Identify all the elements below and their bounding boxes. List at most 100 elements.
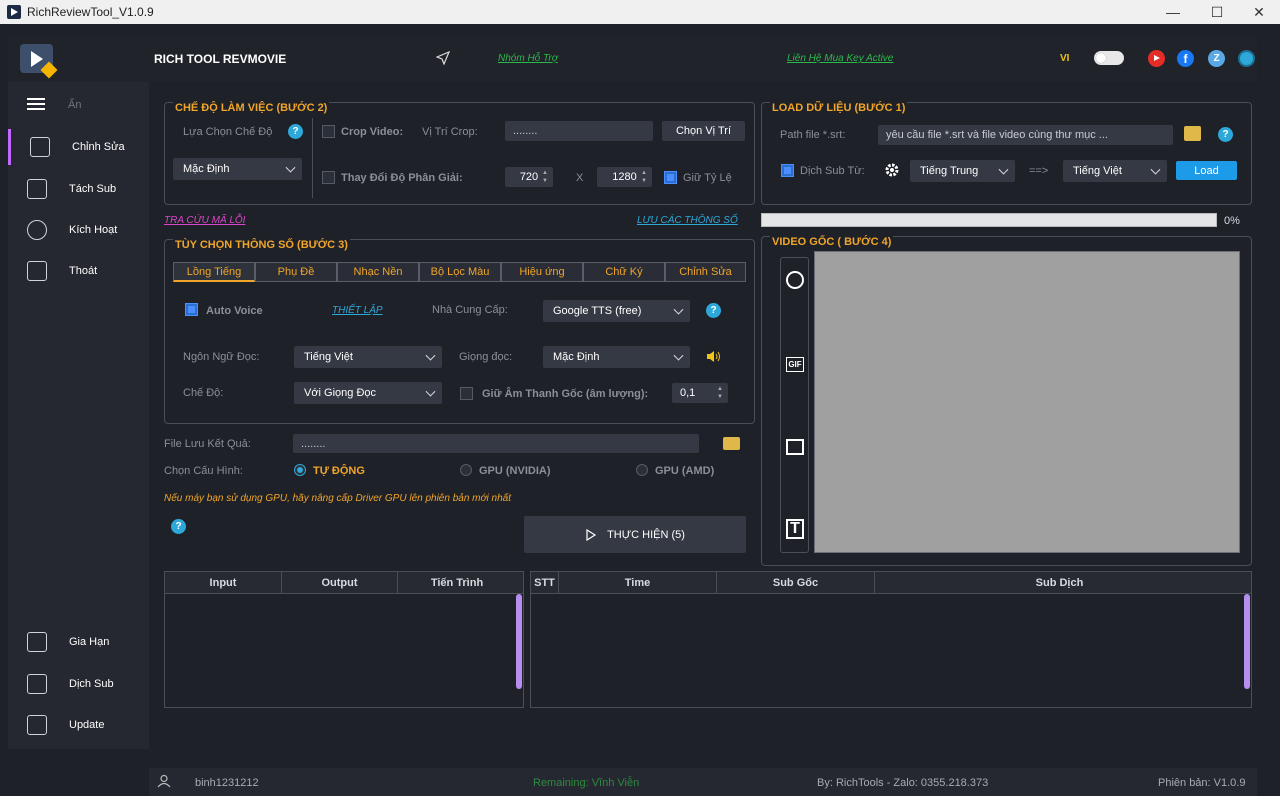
scrollbar[interactable] <box>516 594 522 689</box>
config-label: Chọn Cấu Hình: <box>164 465 243 477</box>
column-header[interactable]: Time <box>559 572 717 594</box>
load-button[interactable]: Load <box>1176 161 1237 180</box>
user-icon <box>157 774 171 788</box>
zalo-icon[interactable]: Z <box>1208 50 1225 67</box>
buy-key-link[interactable]: Liên Hệ Mua Key Active <box>787 53 893 64</box>
tab-effects[interactable]: Hiệu ứng <box>501 262 583 282</box>
video-preview[interactable] <box>814 251 1240 553</box>
save-params-link[interactable]: LƯU CÁC THÔNG SỐ <box>637 215 738 226</box>
video-toolbar: GIF T <box>780 257 809 553</box>
facebook-icon[interactable]: f <box>1177 50 1194 67</box>
output-file-field[interactable]: ........ <box>293 434 699 453</box>
setup-link[interactable]: THIẾT LẬP <box>332 305 383 316</box>
run-button-label: THỰC HIỆN (5) <box>607 528 685 541</box>
provider-select[interactable]: Google TTS (free) <box>543 300 690 322</box>
column-header[interactable]: STT <box>531 572 559 594</box>
hamburger-menu-icon[interactable] <box>27 98 45 110</box>
gif-icon[interactable]: GIF <box>781 350 809 378</box>
radio-gpu-nvidia[interactable] <box>460 464 472 476</box>
tab-voice[interactable]: Lồng Tiếng <box>173 262 255 282</box>
height-spinner[interactable]: 1280 ▲ ▼ <box>597 167 652 187</box>
add-image-icon[interactable] <box>781 433 809 461</box>
width-spinner[interactable]: 720 ▲ ▼ <box>505 167 553 187</box>
keep-audio-checkbox[interactable] <box>460 387 473 400</box>
target-language-value: Tiếng Việt <box>1073 165 1122 177</box>
radio-auto[interactable] <box>294 464 306 476</box>
youtube-icon[interactable] <box>1148 50 1165 67</box>
scrollbar[interactable] <box>1244 594 1250 689</box>
read-language-value: Tiếng Việt <box>304 351 353 363</box>
voice-label: Giọng đọc: <box>459 351 513 363</box>
table-header: Input Output Tiến Trình <box>165 572 523 594</box>
crop-position-field[interactable]: ........ <box>505 121 653 141</box>
provider-label: Nhà Cung Cấp: <box>432 304 508 316</box>
radio-gpu-amd[interactable] <box>636 464 648 476</box>
sidebar: Ẩn Chỉnh Sửa Tách Sub Kích Hoạt Thoát Gi… <box>8 82 149 749</box>
crop-position-label: Vị Trí Crop: <box>422 126 478 138</box>
send-icon[interactable] <box>436 51 450 65</box>
run-button[interactable]: THỰC HIỆN (5) <box>524 516 746 553</box>
window-title: RichReviewTool_V1.0.9 <box>27 5 154 19</box>
source-language-select[interactable]: Tiếng Trung <box>910 160 1015 182</box>
open-folder-icon[interactable] <box>1184 126 1201 141</box>
tab-edit[interactable]: Chỉnh Sửa <box>665 262 746 282</box>
sidebar-item-edit[interactable]: Chỉnh Sửa <box>8 129 149 165</box>
subtitle-table: STT Time Sub Gốc Sub Dịch <box>530 571 1252 708</box>
help-icon[interactable]: ? <box>706 303 721 318</box>
error-lookup-link[interactable]: TRA CỨU MÃ LỖI <box>164 215 245 226</box>
crop-video-checkbox[interactable] <box>322 125 335 138</box>
auto-voice-label: Auto Voice <box>206 305 263 317</box>
progress-percent: 0% <box>1224 215 1240 227</box>
options-title: TÙY CHỌN THÔNG SỐ (BƯỚC 3) <box>173 239 350 251</box>
globe-icon[interactable] <box>1238 50 1255 67</box>
choose-mode-label: Lựa Chọn Chế Độ <box>183 126 273 138</box>
minimize-button[interactable]: — <box>1150 0 1196 24</box>
sidebar-item-renew[interactable]: Gia Hạn <box>8 624 149 660</box>
sidebar-item-exit[interactable]: Thoát <box>8 253 149 289</box>
maximize-button[interactable]: ☐ <box>1194 0 1240 24</box>
column-header[interactable]: Sub Dịch <box>875 572 1244 594</box>
column-header[interactable]: Output <box>282 572 398 594</box>
tab-music[interactable]: Nhạc Nền <box>337 262 419 282</box>
tab-color-filter[interactable]: Bộ Lọc Màu <box>419 262 501 282</box>
column-header[interactable]: Sub Gốc <box>717 572 875 594</box>
voice-mode-select[interactable]: Với Giọng Đọc <box>294 382 442 404</box>
close-button[interactable]: ✕ <box>1236 0 1280 24</box>
sidebar-item-translate-sub[interactable]: Dịch Sub <box>8 666 149 702</box>
tab-signature[interactable]: Chữ Ký <box>583 262 665 282</box>
sidebar-item-extract-sub[interactable]: Tách Sub <box>8 171 149 207</box>
table-header: STT Time Sub Gốc Sub Dịch <box>531 572 1251 594</box>
tab-subtitle[interactable]: Phụ Đề <box>255 262 337 282</box>
sidebar-item-activate[interactable]: Kích Hoạt <box>8 212 149 248</box>
screenshot-icon[interactable] <box>781 266 809 294</box>
read-language-select[interactable]: Tiếng Việt <box>294 346 442 368</box>
help-icon[interactable]: ? <box>171 519 186 534</box>
choose-position-button[interactable]: Chọn Vị Trí <box>662 121 745 141</box>
support-group-link[interactable]: Nhóm Hỗ Trợ <box>498 53 558 64</box>
auto-voice-checkbox[interactable] <box>185 303 198 316</box>
language-toggle[interactable] <box>1094 51 1124 65</box>
translate-sub-checkbox[interactable] <box>781 164 794 177</box>
volume-spinner[interactable]: 0,1 ▲ ▼ <box>672 383 728 403</box>
path-srt-input[interactable]: yêu cầu file *.srt và file video cùng th… <box>878 125 1173 145</box>
keep-ratio-checkbox[interactable] <box>664 171 677 184</box>
resize-checkbox[interactable] <box>322 171 335 184</box>
hide-sidebar-label[interactable]: Ẩn <box>68 99 81 111</box>
settings-gear-icon[interactable] <box>884 162 900 178</box>
voice-select[interactable]: Mặc Định <box>543 346 690 368</box>
wallet-icon <box>27 632 47 652</box>
column-header[interactable]: Tiến Trình <box>398 572 516 594</box>
sidebar-item-update[interactable]: Update <box>8 707 149 743</box>
provider-value: Google TTS (free) <box>553 305 642 317</box>
x-separator: X <box>576 172 584 184</box>
mode-select[interactable]: Mặc Định <box>173 158 302 180</box>
width-value: 720 <box>519 171 539 183</box>
load-progress-bar <box>761 213 1217 227</box>
target-language-select[interactable]: Tiếng Việt <box>1063 160 1167 182</box>
help-icon[interactable]: ? <box>288 124 303 139</box>
add-text-icon[interactable]: T <box>781 515 809 543</box>
column-header[interactable]: Input <box>165 572 282 594</box>
speaker-icon[interactable] <box>706 350 721 363</box>
output-folder-icon[interactable] <box>723 437 740 450</box>
help-icon[interactable]: ? <box>1218 127 1233 142</box>
